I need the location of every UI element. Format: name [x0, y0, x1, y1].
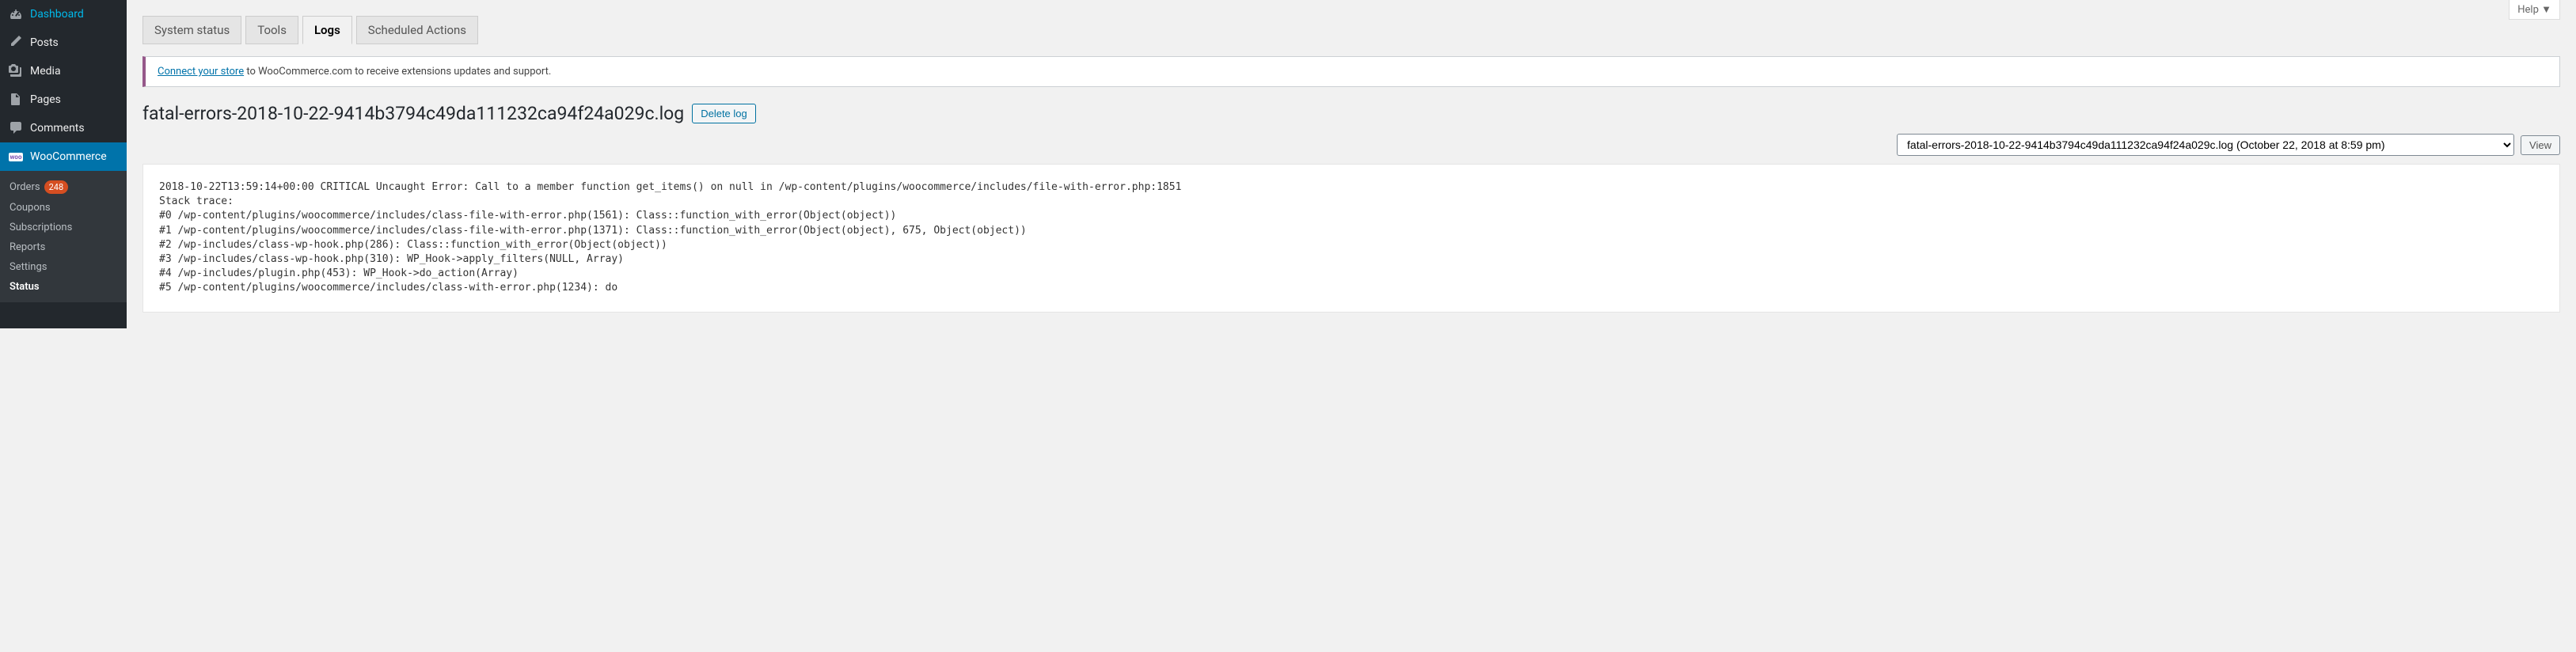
submenu-item-label: Coupons — [9, 202, 51, 214]
comments-icon — [8, 120, 24, 136]
sidebar-item-label: Dashboard — [30, 8, 84, 21]
tab-tools[interactable]: Tools — [245, 16, 298, 44]
log-file-select[interactable]: fatal-errors-2018-10-22-9414b3794c49da11… — [1897, 134, 2514, 156]
sidebar-item-label: Posts — [30, 36, 59, 49]
sidebar-item-posts[interactable]: Posts — [0, 28, 127, 57]
help-toggle[interactable]: Help ▼ — [2509, 0, 2560, 20]
main-content: Help ▼ System status Tools Logs Schedule… — [127, 0, 2576, 328]
submenu-item-label: Status — [9, 281, 40, 293]
sidebar-item-woocommerce[interactable]: woo WooCommerce — [0, 142, 127, 171]
dashboard-icon — [8, 6, 24, 22]
submenu-item-label: Subscriptions — [9, 222, 72, 233]
connect-store-link[interactable]: Connect your store — [158, 66, 244, 78]
status-tabs: System status Tools Logs Scheduled Actio… — [142, 16, 2560, 44]
tab-logs[interactable]: Logs — [302, 16, 352, 44]
submenu-item-reports[interactable]: Reports — [0, 237, 127, 257]
tab-scheduled-actions[interactable]: Scheduled Actions — [356, 16, 478, 44]
admin-sidebar: Dashboard Posts Media Pages Comments woo… — [0, 0, 127, 328]
media-icon — [8, 63, 24, 79]
submenu-item-label: Reports — [9, 241, 45, 253]
sidebar-item-label: WooCommerce — [30, 150, 107, 163]
submenu-item-label: Settings — [9, 261, 47, 273]
sidebar-item-label: Pages — [30, 93, 61, 106]
connect-store-notice: Connect your store to WooCommerce.com to… — [142, 56, 2560, 87]
log-selector-row: fatal-errors-2018-10-22-9414b3794c49da11… — [142, 134, 2560, 156]
submenu-item-orders[interactable]: Orders 248 — [0, 176, 127, 198]
view-button[interactable]: View — [2521, 135, 2560, 155]
sidebar-item-label: Comments — [30, 122, 85, 135]
sidebar-item-label: Media — [30, 65, 61, 78]
submenu-item-label: Orders — [9, 181, 40, 193]
submenu-item-subscriptions[interactable]: Subscriptions — [0, 218, 127, 237]
sidebar-item-media[interactable]: Media — [0, 57, 127, 85]
submenu-item-status[interactable]: Status — [0, 277, 127, 297]
woocommerce-icon: woo — [8, 149, 24, 165]
pin-icon — [8, 35, 24, 51]
submenu-item-coupons[interactable]: Coupons — [0, 198, 127, 218]
sidebar-item-pages[interactable]: Pages — [0, 85, 127, 114]
submenu-item-settings[interactable]: Settings — [0, 257, 127, 277]
sidebar-item-dashboard[interactable]: Dashboard — [0, 0, 127, 28]
delete-log-button[interactable]: Delete log — [692, 104, 756, 123]
orders-badge: 248 — [44, 180, 69, 194]
woocommerce-submenu: Orders 248 Coupons Subscriptions Reports… — [0, 171, 127, 302]
page-icon — [8, 92, 24, 108]
log-content-viewer: 2018-10-22T13:59:14+00:00 CRITICAL Uncau… — [142, 164, 2560, 313]
log-title-row: fatal-errors-2018-10-22-9414b3794c49da11… — [142, 103, 2560, 124]
notice-text: to WooCommerce.com to receive extensions… — [244, 66, 551, 78]
sidebar-item-comments[interactable]: Comments — [0, 114, 127, 142]
tab-system-status[interactable]: System status — [142, 16, 241, 44]
log-filename-title: fatal-errors-2018-10-22-9414b3794c49da11… — [142, 103, 684, 124]
